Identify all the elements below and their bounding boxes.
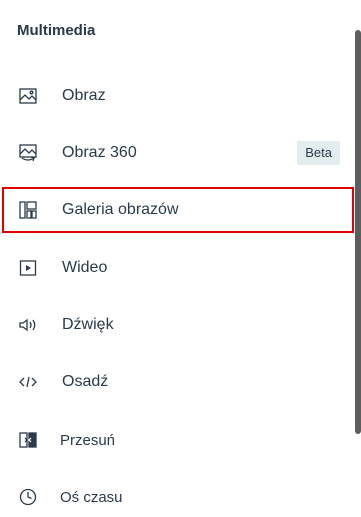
multimedia-panel: Multimedia Obraz Obraz 360 Beta Galeria … [0,0,361,517]
timeline-icon [18,487,38,507]
menu-item-label: Obraz 360 [62,144,137,161]
menu-item-image[interactable]: Obraz [8,76,348,116]
menu-item-label: Oś czasu [60,488,123,506]
beta-badge: Beta [297,141,340,165]
menu-item-label: Obraz [62,87,106,104]
scrollbar-thumb[interactable] [355,30,361,434]
menu-item-image-gallery[interactable]: Galeria obrazów [2,187,354,233]
menu-item-label: Wideo [62,259,108,276]
menu-item-timeline[interactable]: Oś czasu [8,477,348,517]
menu-item-label: Galeria obrazów [62,201,179,218]
menu-item-image-360[interactable]: Obraz 360 Beta [8,133,348,173]
gallery-icon [18,200,38,220]
menu-item-swipe[interactable]: Przesuń [8,420,348,460]
swipe-icon [18,430,38,450]
section-title: Multimedia [17,22,96,39]
menu-item-video[interactable]: Wideo [8,248,348,288]
audio-icon [18,315,38,335]
image-icon [18,86,38,106]
menu-item-audio[interactable]: Dźwięk [8,305,348,345]
menu-item-label: Dźwięk [62,316,114,333]
menu-item-label: Przesuń [60,431,116,449]
menu-item-label: Osadź [62,373,109,390]
video-icon [18,258,38,278]
menu-item-embed[interactable]: Osadź [8,362,348,402]
image-360-icon [18,143,38,163]
embed-icon [18,372,38,392]
